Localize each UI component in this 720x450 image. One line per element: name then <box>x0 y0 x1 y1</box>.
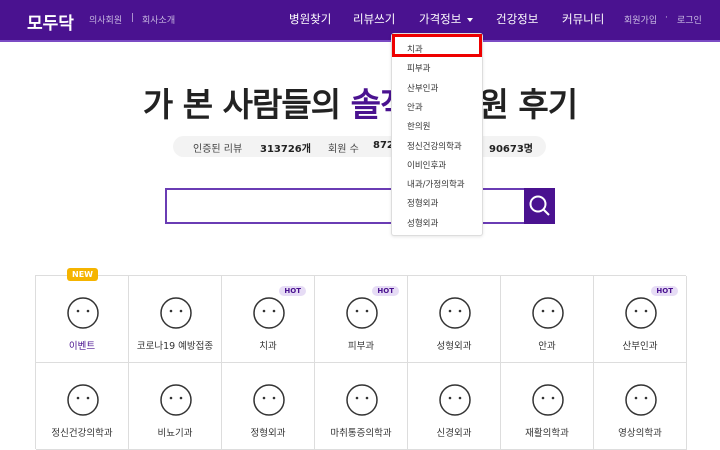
search-bar <box>165 188 555 224</box>
dropdown-item[interactable]: 피부과 <box>407 62 430 74</box>
category-icon <box>67 297 99 329</box>
category-label: 성형외과 <box>436 341 472 352</box>
category-icon <box>439 384 471 416</box>
category-label: 산부인과 <box>622 341 658 352</box>
category-label: 코로나19 예방접종 <box>136 341 214 352</box>
category-icon <box>532 297 564 329</box>
category-label: 정신건강의학과 <box>51 428 113 439</box>
category-icon <box>625 384 657 416</box>
search-icon <box>529 195 550 216</box>
highlight-box <box>392 34 482 57</box>
category-label: 영상의학과 <box>618 428 662 439</box>
category-item[interactable]: 성형외과 <box>408 276 501 363</box>
category-item[interactable]: 신경외과 <box>408 363 501 450</box>
caret-down-icon <box>467 17 474 22</box>
category-item[interactable]: 이벤트 <box>36 276 129 363</box>
title-part: 가 본 사람들의 <box>142 85 351 124</box>
doctor-member-link[interactable]: 의사회원 <box>89 13 122 26</box>
category-item[interactable]: HOT 치과 <box>222 276 315 363</box>
dropdown-item[interactable]: 성형외과 <box>407 217 438 229</box>
category-item[interactable]: 영상의학과 <box>594 363 687 450</box>
category-icon <box>253 384 285 416</box>
category-label: 정형외과 <box>250 428 286 439</box>
hot-badge: HOT <box>372 286 399 296</box>
category-item[interactable]: 재활의학과 <box>501 363 594 450</box>
category-label: 마취통증의학과 <box>330 428 392 439</box>
category-item[interactable]: 정형외과 <box>222 363 315 450</box>
category-item[interactable]: 정신건강의학과 <box>36 363 129 450</box>
category-grid: 이벤트 코로나19 예방접종 HOT 치과 HOT 피부과 성형외과 안과 HOT 산부인과정신건… <box>35 275 687 450</box>
search-button[interactable] <box>524 188 555 224</box>
nav-price-info[interactable]: 가격정보 <box>419 11 474 27</box>
dropdown-item[interactable]: 정형외과 <box>407 197 438 209</box>
category-item[interactable]: 비뇨기과 <box>129 363 222 450</box>
category-icon <box>346 384 378 416</box>
category-label: 안과 <box>538 341 556 352</box>
top-header: 모두닥 의사회원 | 회사소개 병원찾기 리뷰쓰기 가격정보 건강정보 커뮤니티… <box>0 0 720 42</box>
nav-hospital-search[interactable]: 병원찾기 <box>289 11 331 27</box>
stats-bar: 인증된 리뷰 313726개 회원 수 872 90673명 <box>173 136 546 157</box>
dropdown-item[interactable]: 이비인후과 <box>407 159 446 171</box>
reviews-count: 313726개 <box>260 144 311 155</box>
hot-badge: HOT <box>279 286 306 296</box>
category-item[interactable]: 마취통증의학과 <box>315 363 408 450</box>
category-icon <box>346 297 378 329</box>
category-icon <box>253 297 285 329</box>
category-label: 비뇨기과 <box>157 428 193 439</box>
stat-count: 90673명 <box>489 144 533 155</box>
category-icon <box>532 384 564 416</box>
category-label: 재활의학과 <box>525 428 569 439</box>
category-icon <box>67 384 99 416</box>
category-icon <box>160 297 192 329</box>
category-label: 이벤트 <box>68 341 96 352</box>
category-item[interactable]: 코로나19 예방접종 <box>129 276 222 363</box>
divider: | <box>131 13 135 23</box>
logo[interactable]: 모두닥 <box>27 9 74 34</box>
dropdown-item[interactable]: 정신건강의학과 <box>407 140 462 152</box>
nav-label: 가격정보 <box>419 12 462 26</box>
hero-title: 가 본 사람들의 솔직한 병원 후기 <box>0 78 720 126</box>
members-label: 회원 수 <box>328 144 359 155</box>
nav-write-review[interactable]: 리뷰쓰기 <box>353 11 395 27</box>
category-item[interactable]: HOT 산부인과 <box>594 276 687 363</box>
category-label: 피부과 <box>347 341 375 352</box>
price-info-dropdown: 치과 피부과 산부인과 안과 한의원 정신건강의학과 이비인후과 내과/가정의학과 정형외과 성형… <box>391 33 483 236</box>
nav-community[interactable]: 커뮤니티 <box>562 11 604 27</box>
signup-link[interactable]: 회원가입 <box>624 13 657 26</box>
reviews-label: 인증된 리뷰 <box>193 144 243 155</box>
category-item[interactable]: HOT 피부과 <box>315 276 408 363</box>
dropdown-item[interactable]: 한의원 <box>407 120 430 132</box>
category-icon <box>439 297 471 329</box>
new-badge: NEW <box>67 268 98 281</box>
category-icon <box>625 297 657 329</box>
company-link[interactable]: 회사소개 <box>142 13 175 26</box>
category-label: 신경외과 <box>436 428 472 439</box>
dropdown-item[interactable]: 안과 <box>407 101 423 113</box>
hot-badge: HOT <box>651 286 678 296</box>
dropdown-item[interactable]: 내과/가정의학과 <box>407 178 465 190</box>
dot-separator: · <box>665 13 668 23</box>
nav-health-info[interactable]: 건강정보 <box>496 11 538 27</box>
dropdown-item[interactable]: 산부인과 <box>407 82 438 94</box>
category-label: 치과 <box>259 341 277 352</box>
login-link[interactable]: 로그인 <box>677 13 702 26</box>
category-item[interactable]: 안과 <box>501 276 594 363</box>
category-icon <box>160 384 192 416</box>
